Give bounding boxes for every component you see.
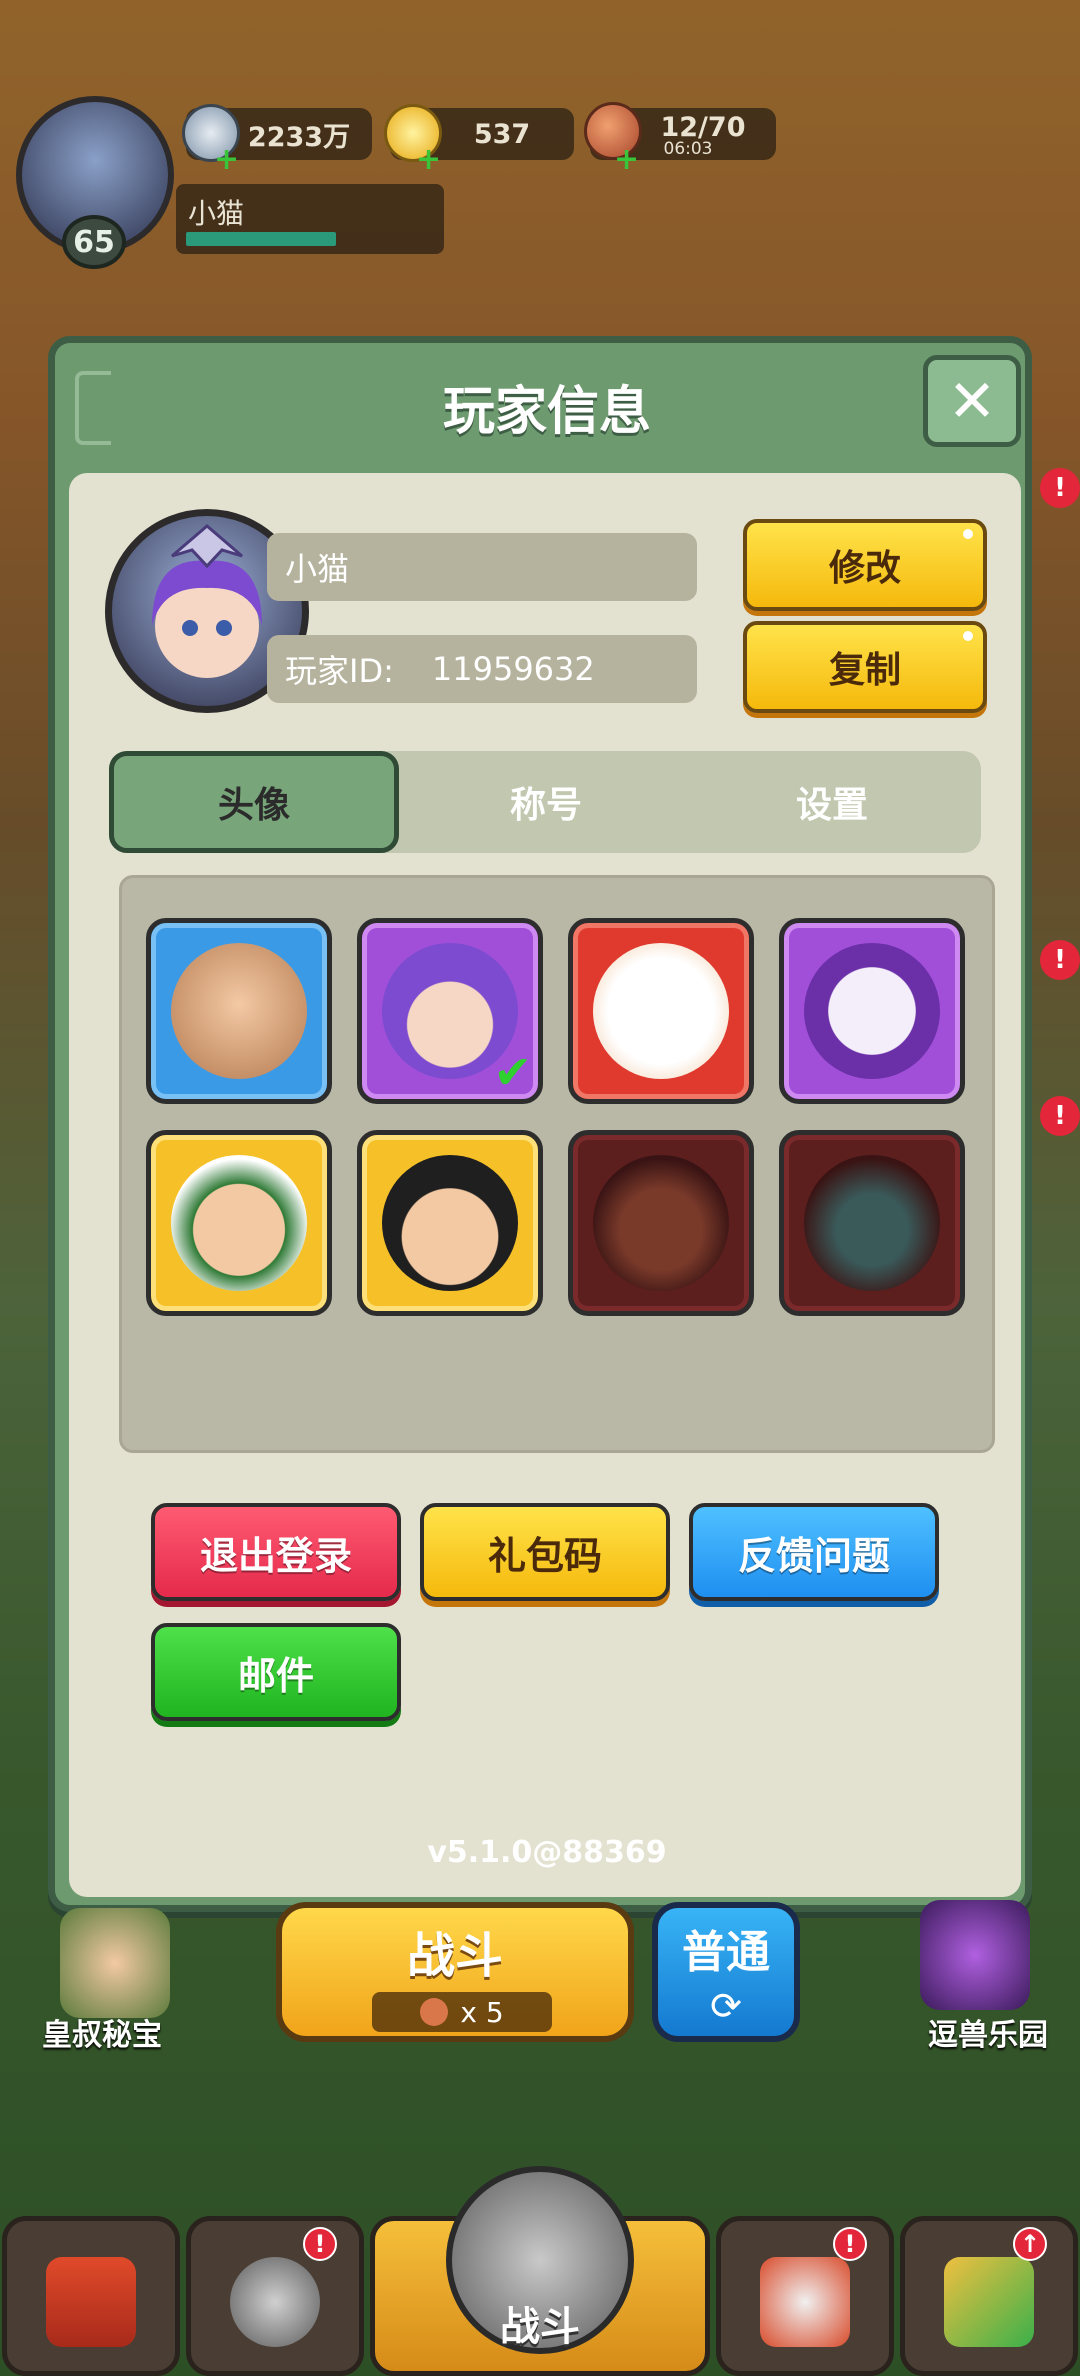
player-name: 小猫 [188,197,245,230]
player-name-bar: 小猫 [176,184,444,254]
avatar-option-purple-hair-girl[interactable]: ✔ [357,918,543,1104]
shine-dot [963,529,973,539]
warrior-icon [171,943,307,1079]
logout-button[interactable]: 退出登录 [151,1503,401,1601]
battle-button[interactable]: 战斗 x 5 [276,1902,634,2042]
close-button[interactable]: ✕ [923,355,1021,447]
player-id-value: 11959632 [431,650,595,688]
difficulty-mode-button[interactable]: 普通 ⟳ [652,1902,800,2042]
player-id-label: 玩家ID: [285,652,394,690]
upgrade-badge: ↑ [1013,2227,1047,2261]
tab-settings[interactable]: 设置 [687,751,977,853]
coins-value: 2233万 [247,121,351,153]
mail-button[interactable]: 邮件 [151,1623,401,1721]
avatar-option-warrior[interactable] [146,918,332,1104]
experience-bar [186,232,336,246]
nav-equipment[interactable]: ! [186,2216,364,2376]
nav-battle-label: 战斗 [500,2304,580,2350]
add-gold-icon[interactable]: + [416,142,441,177]
stamina-timer: 06:03 [663,139,713,159]
sunglasses-man-icon [382,1155,518,1291]
copy-id-label: 复制 [828,650,901,691]
tab-title[interactable]: 称号 [401,751,691,853]
upgrade-fist-icon [944,2257,1034,2347]
uncle-treasure-label[interactable]: 皇叔秘宝 [42,2010,162,2054]
selected-check-icon: ✔ [493,1045,532,1099]
avatar-grid: ✔ [119,875,995,1453]
demon-warrior-icon [593,1155,729,1291]
edit-name-button[interactable]: 修改 [743,519,987,611]
battle-cost-value: x 5 [460,1995,504,2029]
copy-id-button[interactable]: 复制 [743,621,987,713]
shine-dot [963,631,973,641]
close-icon: ✕ [947,367,997,435]
mode-label: 普通 [682,1927,770,1978]
player-name-value: 小猫 [285,550,350,588]
alert-badge: ! [833,2227,867,2261]
dialog-panel: 小猫 修改 玩家ID: 11959632 复制 头像 称号 设置 ✔ 退出登录 … [69,473,1021,1897]
unicorn-icon [804,943,940,1079]
stamina-value: 12/70 [660,112,746,143]
gift-code-button[interactable]: 礼包码 [420,1503,670,1601]
add-stamina-icon[interactable]: + [614,142,639,177]
rooster-icon [760,2257,850,2347]
dialog-title: 玩家信息 [442,382,651,442]
battle-cost: x 5 [372,1992,552,2032]
gate-icon [46,2257,136,2347]
nav-home[interactable] [2,2216,180,2376]
player-id-field: 玩家ID: 11959632 [267,635,697,703]
lucky-cat-icon [593,943,729,1079]
alert-badge: ! [303,2227,337,2261]
feedback-button[interactable]: 反馈问题 [689,1503,939,1601]
tab-bar: 头像 称号 设置 [109,751,981,853]
avatar-option-dragon-locked[interactable] [779,1130,965,1316]
headband-hero-icon [171,1155,307,1291]
helmet-icon [230,2257,320,2347]
player-name-field: 小猫 [267,533,697,601]
beast-park-label[interactable]: 逗兽乐园 [928,2010,1048,2054]
gold-value: 537 [473,118,531,150]
dragon-icon [804,1155,940,1291]
avatar-option-headband-hero[interactable] [146,1130,332,1316]
tab-avatar[interactable]: 头像 [109,751,399,853]
refresh-icon: ⟳ [710,1984,742,2028]
uncle-treasure-icon[interactable] [60,1908,170,2018]
side-alert-badge: ! [1040,1096,1080,1136]
add-coins-icon[interactable]: + [214,142,239,177]
avatar-option-lucky-cat[interactable] [568,918,754,1104]
side-alert-badge: ! [1040,468,1080,508]
version-label: v5.1.0@88369 [427,1835,667,1870]
avatar-option-demon-warrior-locked[interactable] [568,1130,754,1316]
nav-upgrade[interactable]: ↑ [900,2216,1078,2376]
side-alert-badge: ! [1040,940,1080,980]
avatar-option-sunglasses-man[interactable] [357,1130,543,1316]
battle-label: 战斗 [406,1928,503,1984]
beast-park-icon[interactable] [920,1900,1030,2010]
nav-heroes[interactable]: ! [716,2216,894,2376]
meat-icon [420,1998,449,2026]
edit-name-label: 修改 [828,548,901,589]
player-level-badge: 65 [62,215,126,269]
avatar-option-unicorn[interactable] [779,918,965,1104]
player-info-dialog: 玩家信息 ✕ 小猫 修改 玩家ID: 11959632 复制 头像 称号 设置 … [48,336,1032,1912]
